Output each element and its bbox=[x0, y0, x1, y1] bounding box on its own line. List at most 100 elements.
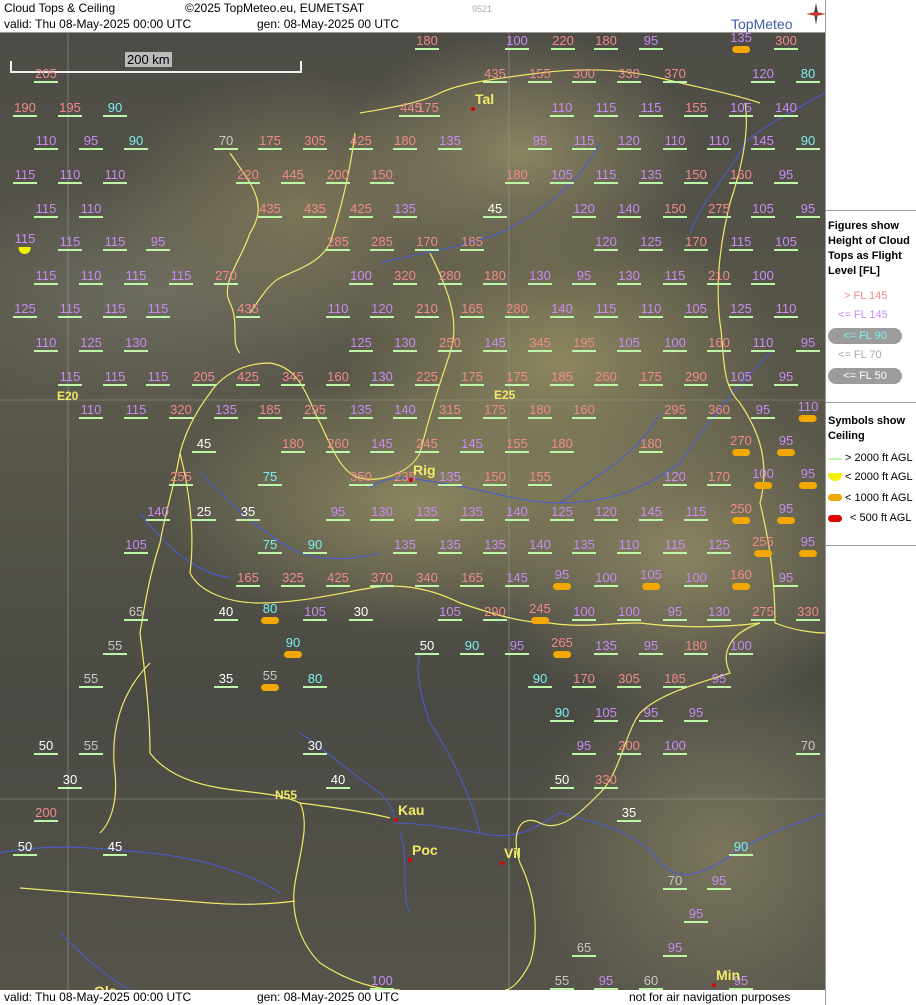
ceiling-high-icon bbox=[617, 216, 641, 218]
ceiling-high-icon bbox=[617, 552, 641, 554]
cloud-top-value: 140 bbox=[529, 537, 551, 552]
cloud-top-value: 45 bbox=[107, 839, 123, 854]
ceiling-high-icon bbox=[550, 115, 574, 117]
cloud-top-label: 55 bbox=[261, 669, 279, 691]
cloud-top-label: 115 bbox=[58, 302, 82, 318]
cloud-top-label: 125 bbox=[13, 302, 37, 318]
cloud-top-value: 110 bbox=[551, 100, 573, 115]
cloud-top-value: 180 bbox=[595, 33, 617, 48]
cloud-top-value: 90 bbox=[307, 537, 323, 552]
cloud-top-value: 75 bbox=[262, 469, 278, 484]
ceiling-lower-icon bbox=[641, 583, 660, 590]
cloud-top-value: 95 bbox=[83, 133, 99, 148]
cloud-top-label: 105 bbox=[684, 302, 708, 318]
cloud-top-value: 50 bbox=[554, 772, 570, 787]
ceiling-high-icon bbox=[594, 384, 618, 386]
cloud-top-value: 105 bbox=[125, 537, 147, 552]
cloud-top-value: 95 bbox=[778, 501, 794, 516]
ceiling-high-icon bbox=[639, 249, 663, 251]
cloud-top-label: 275 bbox=[751, 605, 775, 621]
cloud-top-label: 270 bbox=[730, 434, 752, 456]
ceiling-lower-icon bbox=[777, 449, 795, 456]
ceiling-lower-icon bbox=[261, 684, 279, 691]
ceiling-high-icon bbox=[796, 753, 820, 755]
cloud-top-value: 435 bbox=[259, 201, 281, 216]
city-dot-icon bbox=[408, 858, 412, 862]
ceiling-high-icon bbox=[236, 519, 260, 521]
cloud-top-label: 295 bbox=[663, 403, 687, 419]
ceiling-high-icon bbox=[550, 384, 574, 386]
cloud-top-label: 175 bbox=[416, 101, 440, 117]
ceiling-high-icon bbox=[483, 216, 507, 218]
cloud-top-label: 185 bbox=[550, 370, 574, 386]
ceiling-high-icon bbox=[594, 115, 618, 117]
cloud-top-value: 120 bbox=[573, 201, 595, 216]
satellite-map[interactable]: 200 km 180 100 220 180 95 135 300 205 435 155 300 3… bbox=[0, 33, 825, 990]
cloud-top-label: 200 bbox=[326, 168, 350, 184]
cloud-top-label: 115 bbox=[34, 269, 58, 285]
cloud-top-value: 305 bbox=[304, 133, 326, 148]
ceiling-high-icon bbox=[774, 316, 798, 318]
ceiling-high-icon bbox=[639, 653, 663, 655]
cloud-top-label: 140 bbox=[393, 403, 417, 419]
ceiling-high-icon bbox=[751, 619, 775, 621]
cloud-top-value: 130 bbox=[618, 268, 640, 283]
cloud-top-label: 160 bbox=[730, 568, 752, 590]
cloud-top-label: 195 bbox=[572, 336, 596, 352]
ceiling-high-icon bbox=[460, 316, 484, 318]
cloud-top-value: 95 bbox=[576, 738, 592, 753]
cloud-top-value: 95 bbox=[598, 973, 614, 988]
cloud-top-value: 115 bbox=[730, 234, 752, 249]
cloud-top-label: 110 bbox=[798, 400, 818, 422]
header-bar: Cloud Tops & Ceiling ©2025 TopMeteo.eu, … bbox=[0, 0, 826, 33]
ceiling-high-icon bbox=[124, 417, 148, 419]
cloud-top-label: 95 bbox=[326, 505, 350, 521]
ceiling-high-icon bbox=[663, 417, 687, 419]
cloud-top-label: 205 bbox=[192, 370, 216, 386]
cloud-top-value: 95 bbox=[643, 705, 659, 720]
legend-figures-line3: Tops as Flight bbox=[828, 250, 902, 262]
cloud-top-label: 330 bbox=[617, 67, 641, 83]
ceiling-high-icon bbox=[303, 686, 327, 688]
cloud-top-value: 100 bbox=[752, 466, 774, 481]
cloud-top-value: 160 bbox=[730, 567, 752, 582]
cloud-top-label: 110 bbox=[639, 302, 663, 318]
cloud-top-label: 160 bbox=[707, 336, 731, 352]
cloud-top-value: 95 bbox=[800, 466, 816, 481]
ceiling-high-icon bbox=[370, 519, 394, 521]
cloud-top-label: 295 bbox=[303, 403, 327, 419]
cloud-top-value: 125 bbox=[708, 537, 730, 552]
cloud-top-label: 70 bbox=[663, 874, 687, 890]
ceiling-lowest-icon bbox=[828, 515, 842, 522]
ceiling-high-icon bbox=[663, 619, 687, 621]
cloud-top-value: 425 bbox=[327, 570, 349, 585]
cloud-top-label: 80 bbox=[261, 602, 279, 624]
cloud-top-label: 280 bbox=[505, 302, 529, 318]
ceiling-high-icon bbox=[326, 519, 350, 521]
ceiling-high-icon bbox=[326, 585, 350, 587]
cloud-top-label: 95 bbox=[505, 639, 529, 655]
cloud-top-label: 155 bbox=[528, 67, 552, 83]
cloud-top-label: 115 bbox=[146, 370, 170, 386]
ceiling-high-icon bbox=[594, 519, 618, 521]
cloud-top-label: 180 bbox=[528, 403, 552, 419]
cloud-top-value: 70 bbox=[800, 738, 816, 753]
cloud-top-value: 160 bbox=[327, 369, 349, 384]
cloud-top-value: 115 bbox=[14, 231, 36, 246]
cloud-top-label: 115 bbox=[13, 168, 37, 184]
cloud-top-value: 220 bbox=[552, 33, 574, 48]
ceiling-high-icon bbox=[415, 249, 439, 251]
ceiling-high-icon bbox=[124, 350, 148, 352]
ceiling-high-icon bbox=[663, 216, 687, 218]
cloud-top-label: 175 bbox=[460, 370, 484, 386]
cloud-top-label: 180 bbox=[505, 168, 529, 184]
cloud-top-label: 105 bbox=[594, 706, 618, 722]
cloud-top-value: 295 bbox=[304, 402, 326, 417]
cloud-top-label: 320 bbox=[169, 403, 193, 419]
cloud-top-label: 115 bbox=[124, 403, 148, 419]
cloud-top-value: 110 bbox=[775, 301, 797, 316]
ceiling-high-icon bbox=[483, 484, 507, 486]
ceiling-high-icon bbox=[349, 417, 373, 419]
cloud-top-label: 120 bbox=[594, 235, 618, 251]
coordinate-label: E20 bbox=[57, 389, 79, 403]
